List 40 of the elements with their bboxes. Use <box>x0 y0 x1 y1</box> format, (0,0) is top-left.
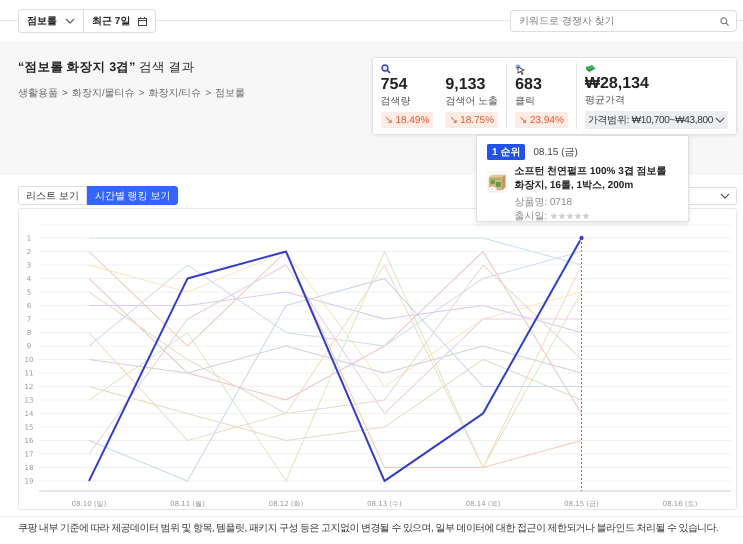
rating-label: 출시일: <box>514 210 548 223</box>
chevron-down-icon <box>715 117 725 123</box>
change-badge: ↘ 23.94% <box>515 112 568 128</box>
view-tab[interactable]: 시간별 랭킹 보기 <box>86 186 178 205</box>
metric-value: ₩28,134 <box>584 74 650 93</box>
search-icon <box>720 17 729 26</box>
breadcrumb-item[interactable]: 화장지/티슈 <box>148 86 202 100</box>
cash-icon <box>584 64 596 73</box>
tooltip-date: 08.15 (금) <box>533 146 578 159</box>
product-code: 상품명: 0718 <box>514 196 574 209</box>
chevron-down-icon <box>720 192 730 198</box>
metric-value: 9,133 <box>445 75 486 94</box>
change-badge: ↘ 18.75% <box>445 112 498 128</box>
metric-label: 검색어 노출 <box>445 95 498 108</box>
breadcrumb-separator: > <box>205 88 212 98</box>
metric-value: 754 <box>380 75 408 94</box>
metric-label: 검색량 <box>380 95 412 108</box>
period-dropdown[interactable]: 최근 7일 <box>83 10 156 32</box>
product-name: 소프턴 천연펄프 100% 3겹 점보롤 화장지, 16롤, 1박스, 200m <box>514 165 668 193</box>
metric-label: 평균가격 <box>584 94 626 107</box>
search-field[interactable]: 키워드로 경쟁사 찾기 <box>510 10 737 32</box>
view-tab[interactable]: 리스트 보기 <box>18 186 87 205</box>
chevron-down-icon <box>65 18 75 24</box>
metric-label: 클릭 <box>515 95 536 108</box>
point-marker <box>578 235 584 241</box>
category-dropdown[interactable]: 점보롤 <box>19 10 83 32</box>
breadcrumb-separator: > <box>62 88 68 98</box>
rank-badge: 1 순위 <box>487 144 526 160</box>
breadcrumb-separator: > <box>138 88 144 98</box>
search-icon <box>380 64 391 74</box>
page-title: “점보롤 화장지 3겹” 검색 결과 <box>18 59 196 76</box>
breadcrumb-item[interactable]: 생활용품 <box>18 86 58 100</box>
disclaimer-text: 쿠팡 내부 기준에 따라 제공데이터 범위 및 항목, 템플릿, 패키지 구성 등은 고지없이 변경될 수 있으며, 일부 데이터에 대한 접근이 제한되거나 블라인드 처리될 수 있습니다. <box>18 523 720 535</box>
metric-value: 683 <box>515 75 543 94</box>
calendar-icon <box>138 16 148 26</box>
breadcrumb-item[interactable]: 점보롤 <box>215 86 246 100</box>
breadcrumb-item[interactable]: 화장지/물티슈 <box>72 86 135 100</box>
change-badge: ↘ 18.49% <box>380 112 434 128</box>
price-range-dropdown[interactable]: 가격범위: ₩10,700~₩43,800 <box>584 111 728 129</box>
cursor-icon <box>515 64 526 74</box>
